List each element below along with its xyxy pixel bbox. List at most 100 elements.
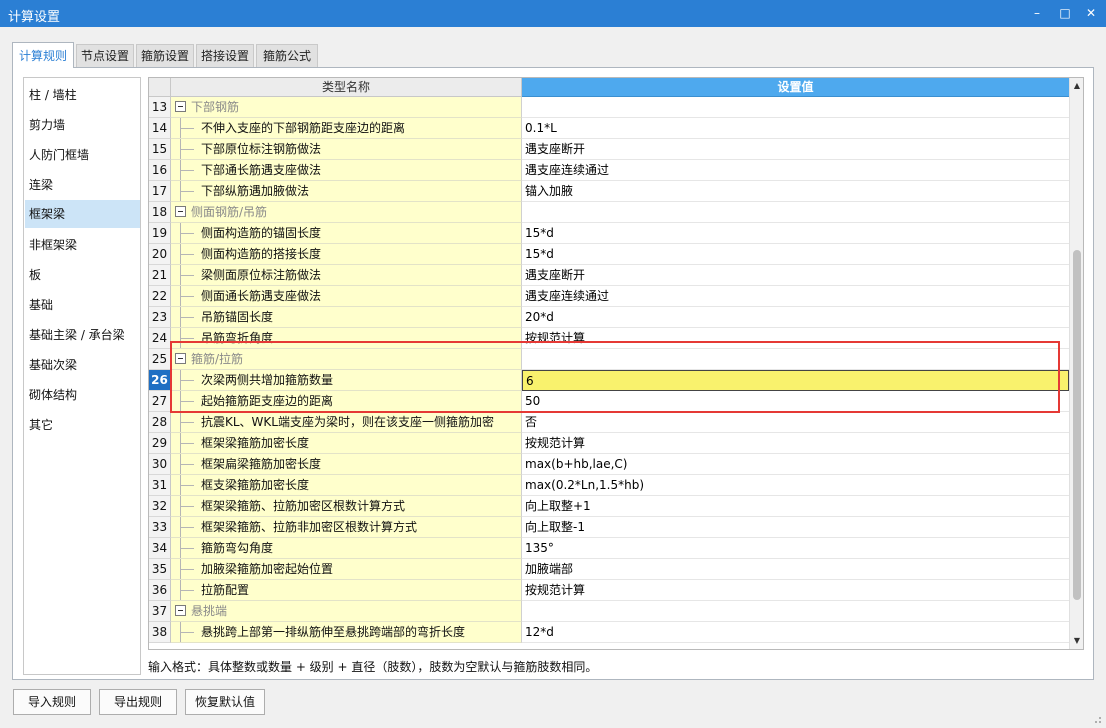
row-number[interactable]: 34 <box>149 538 171 559</box>
row-value-cell[interactable]: 20*d <box>522 307 1069 328</box>
sidebar-item-civil-defense-wall[interactable]: 人防门框墙 <box>25 141 140 169</box>
row-name-cell[interactable]: 起始箍筋距支座边的距离 <box>171 391 522 412</box>
column-header-name[interactable]: 类型名称 <box>171 78 522 97</box>
row-number[interactable]: 36 <box>149 580 171 601</box>
row-value-cell[interactable]: 锚入加腋 <box>522 181 1069 202</box>
row-number[interactable]: 30 <box>149 454 171 475</box>
group-row[interactable]: 37 悬挑端 <box>149 601 1069 622</box>
tab-stirrup-formula[interactable]: 箍筋公式 <box>256 44 318 67</box>
row-name-cell[interactable]: 下部通长筋遇支座做法 <box>171 160 522 181</box>
row-name-cell[interactable]: 框架梁箍筋加密长度 <box>171 433 522 454</box>
sidebar-item-foundation-main-beam[interactable]: 基础主梁 / 承台梁 <box>25 321 140 349</box>
row-name-cell[interactable]: 次梁两侧共增加箍筋数量 <box>171 370 522 391</box>
row-name-cell[interactable]: 侧面钢筋/吊筋 <box>171 202 522 223</box>
row-number[interactable]: 20 <box>149 244 171 265</box>
sidebar-item-foundation-secondary-beam[interactable]: 基础次梁 <box>25 351 140 379</box>
row-value-cell[interactable]: 遇支座连续通过 <box>522 286 1069 307</box>
table-row[interactable]: 17 下部纵筋遇加腋做法 锚入加腋 <box>149 181 1069 202</box>
row-value-cell[interactable]: 15*d <box>522 244 1069 265</box>
row-name-cell[interactable]: 抗震KL、WKL端支座为梁时，则在该支座一侧箍筋加密 <box>171 412 522 433</box>
table-row[interactable]: 15 下部原位标注钢筋做法 遇支座断开 <box>149 139 1069 160</box>
group-row[interactable]: 18 侧面钢筋/吊筋 <box>149 202 1069 223</box>
row-name-cell[interactable]: 加腋梁箍筋加密起始位置 <box>171 559 522 580</box>
row-value-cell[interactable]: max(b+hb,lae,C) <box>522 454 1069 475</box>
row-name-cell[interactable]: 侧面构造筋的搭接长度 <box>171 244 522 265</box>
row-name-cell[interactable]: 箍筋弯勾角度 <box>171 538 522 559</box>
table-row[interactable]: 21 梁侧面原位标注筋做法 遇支座断开 <box>149 265 1069 286</box>
sidebar-item-frame-beam[interactable]: 框架梁 <box>25 200 140 228</box>
minimize-icon[interactable]: – <box>1024 2 1050 24</box>
scroll-thumb[interactable] <box>1073 250 1081 600</box>
row-name-cell[interactable]: 悬挑端 <box>171 601 522 622</box>
sidebar-item-non-frame-beam[interactable]: 非框架梁 <box>25 231 140 259</box>
row-number[interactable]: 13 <box>149 97 171 118</box>
row-number[interactable]: 28 <box>149 412 171 433</box>
table-row[interactable]: 24 吊筋弯折角度 按规范计算 <box>149 328 1069 349</box>
row-number[interactable]: 26 <box>149 370 171 391</box>
export-rules-button[interactable]: 导出规则 <box>99 689 177 715</box>
row-value-cell[interactable]: 遇支座连续通过 <box>522 160 1069 181</box>
row-number[interactable]: 16 <box>149 160 171 181</box>
row-value-cell[interactable]: 按规范计算 <box>522 433 1069 454</box>
row-name-cell[interactable]: 下部纵筋遇加腋做法 <box>171 181 522 202</box>
table-row[interactable]: 34 箍筋弯勾角度 135° <box>149 538 1069 559</box>
group-row[interactable]: 13 下部钢筋 <box>149 97 1069 118</box>
row-value-cell[interactable]: 12*d <box>522 622 1069 643</box>
row-name-cell[interactable]: 侧面构造筋的锚固长度 <box>171 223 522 244</box>
group-row[interactable]: 25 箍筋/拉筋 <box>149 349 1069 370</box>
row-number[interactable]: 35 <box>149 559 171 580</box>
sidebar-item-other[interactable]: 其它 <box>25 411 140 439</box>
row-number[interactable]: 33 <box>149 517 171 538</box>
resize-grip-icon[interactable] <box>1092 714 1102 724</box>
row-number[interactable]: 17 <box>149 181 171 202</box>
row-number[interactable]: 25 <box>149 349 171 370</box>
row-value-cell[interactable] <box>522 370 1069 391</box>
row-name-cell[interactable]: 下部原位标注钢筋做法 <box>171 139 522 160</box>
row-name-cell[interactable]: 吊筋锚固长度 <box>171 307 522 328</box>
table-row[interactable]: 22 侧面通长筋遇支座做法 遇支座连续通过 <box>149 286 1069 307</box>
table-row[interactable]: 19 侧面构造筋的锚固长度 15*d <box>149 223 1069 244</box>
tab-lap-settings[interactable]: 搭接设置 <box>196 44 254 67</box>
row-value-cell[interactable]: 遇支座断开 <box>522 139 1069 160</box>
collapse-icon[interactable] <box>175 605 186 616</box>
sidebar-item-column[interactable]: 柱 / 墙柱 <box>25 81 140 109</box>
row-name-cell[interactable]: 不伸入支座的下部钢筋距支座边的距离 <box>171 118 522 139</box>
row-number[interactable]: 38 <box>149 622 171 643</box>
tab-node-settings[interactable]: 节点设置 <box>76 44 134 67</box>
vertical-scrollbar[interactable]: ▲ ▼ <box>1069 78 1083 649</box>
row-value-cell[interactable] <box>522 601 1069 622</box>
row-number[interactable]: 27 <box>149 391 171 412</box>
row-value-cell[interactable]: 否 <box>522 412 1069 433</box>
scroll-down-icon[interactable]: ▼ <box>1070 633 1083 649</box>
tab-calc-rules[interactable]: 计算规则 <box>12 42 74 68</box>
table-row[interactable]: 26 次梁两侧共增加箍筋数量 <box>149 370 1069 391</box>
row-value-cell[interactable]: 0.1*L <box>522 118 1069 139</box>
table-row[interactable]: 14 不伸入支座的下部钢筋距支座边的距离 0.1*L <box>149 118 1069 139</box>
table-row[interactable]: 16 下部通长筋遇支座做法 遇支座连续通过 <box>149 160 1069 181</box>
row-value-cell[interactable]: 15*d <box>522 223 1069 244</box>
row-number[interactable]: 32 <box>149 496 171 517</box>
row-number[interactable]: 22 <box>149 286 171 307</box>
row-name-cell[interactable]: 框架梁箍筋、拉筋加密区根数计算方式 <box>171 496 522 517</box>
row-name-cell[interactable]: 吊筋弯折角度 <box>171 328 522 349</box>
row-number[interactable]: 31 <box>149 475 171 496</box>
row-number[interactable]: 19 <box>149 223 171 244</box>
row-value-cell[interactable]: 按规范计算 <box>522 580 1069 601</box>
row-value-cell[interactable] <box>522 349 1069 370</box>
row-value-cell[interactable]: 加腋端部 <box>522 559 1069 580</box>
row-value-cell[interactable]: 向上取整+1 <box>522 496 1069 517</box>
row-value-cell[interactable]: max(0.2*Ln,1.5*hb) <box>522 475 1069 496</box>
restore-defaults-button[interactable]: 恢复默认值 <box>185 689 265 715</box>
table-row[interactable]: 36 拉筋配置 按规范计算 <box>149 580 1069 601</box>
row-name-cell[interactable]: 下部钢筋 <box>171 97 522 118</box>
table-row[interactable]: 33 框架梁箍筋、拉筋非加密区根数计算方式 向上取整-1 <box>149 517 1069 538</box>
close-icon[interactable]: ✕ <box>1078 2 1104 24</box>
row-value-cell[interactable] <box>522 202 1069 223</box>
table-row[interactable]: 28 抗震KL、WKL端支座为梁时，则在该支座一侧箍筋加密 否 <box>149 412 1069 433</box>
table-row[interactable]: 27 起始箍筋距支座边的距离 50 <box>149 391 1069 412</box>
row-name-cell[interactable]: 箍筋/拉筋 <box>171 349 522 370</box>
row-value-cell[interactable]: 135° <box>522 538 1069 559</box>
row-name-cell[interactable]: 框架梁箍筋、拉筋非加密区根数计算方式 <box>171 517 522 538</box>
table-row[interactable]: 20 侧面构造筋的搭接长度 15*d <box>149 244 1069 265</box>
row-value-cell[interactable]: 50 <box>522 391 1069 412</box>
